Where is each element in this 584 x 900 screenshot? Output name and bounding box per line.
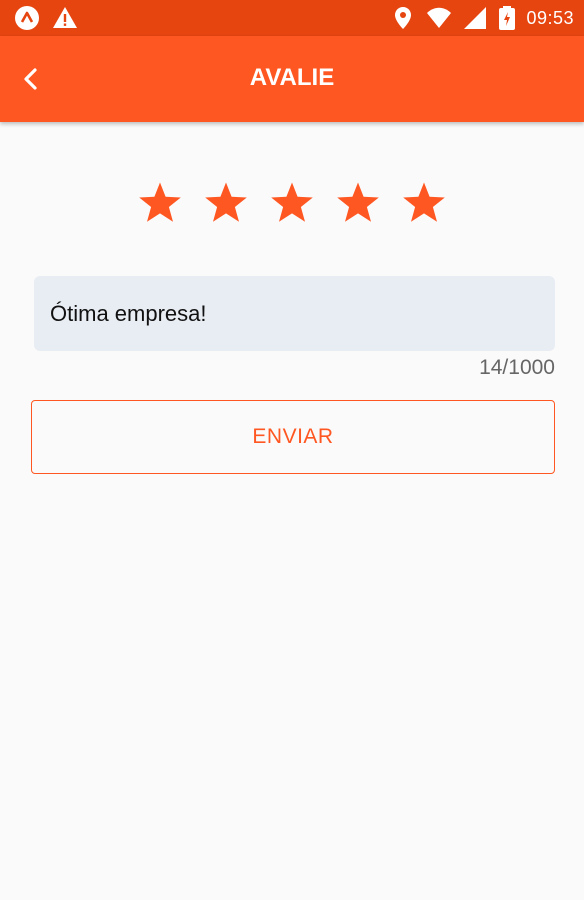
star-icon	[337, 182, 379, 222]
location-icon	[390, 5, 416, 31]
submit-button-label: ENVIAR	[252, 425, 334, 448]
star-icon	[205, 182, 247, 222]
app-notification-icon	[14, 5, 40, 31]
star-5[interactable]	[402, 181, 446, 225]
submit-button[interactable]: ENVIAR	[31, 400, 555, 474]
review-text: Ótima empresa!	[50, 300, 207, 326]
toolbar: AVALIE	[0, 36, 584, 122]
star-rating	[0, 181, 584, 225]
signal-icon	[462, 5, 488, 31]
status-bar: 09:53	[0, 0, 584, 36]
status-left-icons	[14, 5, 78, 31]
battery-charging-icon	[498, 5, 516, 31]
star-2[interactable]	[204, 181, 248, 225]
star-icon	[403, 182, 445, 222]
warning-icon	[52, 5, 78, 31]
star-icon	[139, 182, 181, 222]
page-title: AVALIE	[249, 64, 335, 91]
status-time: 09:53	[526, 7, 574, 28]
character-counter: 14/1000	[479, 356, 555, 379]
review-input[interactable]: Ótima empresa!	[34, 276, 555, 351]
star-4[interactable]	[336, 181, 380, 225]
status-right-icons: 09:53	[390, 5, 574, 31]
wifi-icon	[426, 5, 452, 31]
star-3[interactable]	[270, 181, 314, 225]
star-icon	[271, 182, 313, 222]
star-1[interactable]	[138, 181, 182, 225]
